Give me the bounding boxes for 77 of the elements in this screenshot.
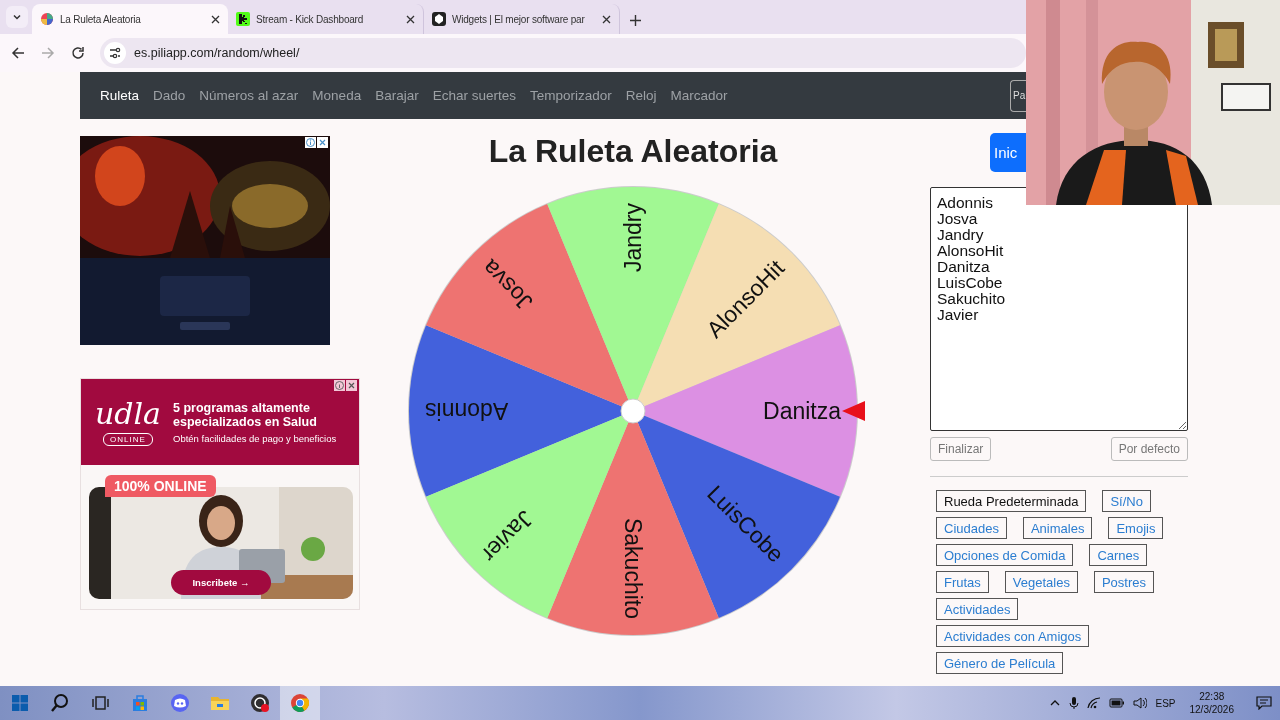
- tab-title: Widgets | El mejor software par: [452, 13, 586, 25]
- shopping-bag-icon: [130, 693, 150, 713]
- clock-time[interactable]: 22:38: [1199, 690, 1225, 703]
- preset-button[interactable]: Carnes: [1089, 544, 1148, 566]
- url-text: es.piliapp.com/random/wheel/: [134, 46, 300, 60]
- nav-link[interactable]: Marcador: [670, 88, 728, 103]
- browser-tab[interactable]: La Ruleta Aleatoria: [32, 4, 228, 34]
- address-bar[interactable]: es.piliapp.com/random/wheel/: [100, 38, 1026, 68]
- search-icon: [50, 693, 70, 713]
- ad-cta-button[interactable]: Inscribete →: [171, 570, 271, 595]
- microphone-icon[interactable]: [1069, 696, 1080, 710]
- ad-headline: 5 programas altamente especializados en Salud: [173, 400, 318, 429]
- start-button[interactable]: Inic: [990, 133, 1026, 172]
- wheel-label: Danitza: [763, 398, 841, 424]
- tab-title: Stream - Kick Dashboard: [256, 13, 365, 25]
- logo-text: udla: [95, 398, 161, 429]
- arrow-right-icon: [41, 46, 55, 60]
- new-tab-icon[interactable]: [630, 15, 641, 26]
- preset-button[interactable]: Género de Película: [936, 652, 1064, 674]
- wheel-label: Sakuchito: [620, 518, 646, 619]
- nav-link[interactable]: Barajar: [375, 88, 419, 103]
- task-view-icon: [90, 693, 110, 713]
- badge-logo-icon: [432, 12, 446, 26]
- record-icon: [250, 693, 270, 713]
- language-indicator[interactable]: ESP: [1155, 697, 1176, 709]
- taskbar-app[interactable]: [280, 686, 320, 720]
- finish-button[interactable]: Finalizar: [930, 437, 992, 461]
- tab-list-button[interactable]: [6, 6, 28, 28]
- close-icon[interactable]: [602, 14, 611, 24]
- arrow-left-icon: [11, 46, 25, 60]
- battery-icon[interactable]: [1109, 698, 1126, 708]
- notification-icon[interactable]: [1256, 696, 1272, 710]
- preset-button[interactable]: Rueda Predeterminada: [936, 490, 1087, 512]
- sliders-icon: [109, 47, 121, 59]
- chevron-down-icon: [12, 12, 22, 22]
- page-title: La Ruleta Aleatoria: [487, 133, 779, 169]
- preset-button[interactable]: Ciudades: [936, 517, 1007, 539]
- nav-link[interactable]: Moneda: [312, 88, 362, 103]
- nav-link[interactable]: Echar suertes: [432, 88, 516, 103]
- close-icon[interactable]: [211, 14, 220, 24]
- tab-title: La Ruleta Aleatoria: [60, 13, 142, 25]
- nav-link[interactable]: Ruleta: [100, 88, 140, 103]
- ad-info-icon[interactable]: [334, 380, 345, 391]
- entries-field[interactable]: Adonnis Josva Jandry AlonsoHit Danitza LuisCobe Sakuchito Javier: [930, 187, 1188, 431]
- logo-tag: ONLINE: [103, 432, 153, 446]
- preset-button[interactable]: Opciones de Comida: [936, 544, 1074, 566]
- reload-icon: [71, 46, 85, 60]
- default-button[interactable]: Por defecto: [1110, 437, 1188, 461]
- nav-link[interactable]: Números al azar: [199, 88, 299, 103]
- preset-button[interactable]: Animales: [1022, 517, 1093, 539]
- ad-subline: Obtén facilidades de pago y beneficios: [173, 432, 338, 444]
- wifi-icon[interactable]: [1087, 697, 1102, 709]
- wheel-label: Jandry: [620, 203, 646, 273]
- wheel-label: Adonnis: [425, 398, 509, 424]
- preset-button[interactable]: Vegetales: [1004, 571, 1078, 593]
- preset-button[interactable]: Actividades: [936, 598, 1019, 620]
- clock-date[interactable]: 12/3/2026: [1189, 703, 1234, 716]
- square-logo-icon: [236, 12, 250, 26]
- preset-button[interactable]: Sí/No: [1102, 490, 1151, 512]
- close-icon[interactable]: [406, 14, 415, 24]
- preset-button[interactable]: Frutas: [936, 571, 989, 593]
- site-info-button[interactable]: [104, 42, 126, 64]
- preset-button[interactable]: Postres: [1093, 571, 1155, 593]
- preset-button[interactable]: Actividades con Amigos: [936, 625, 1090, 647]
- nav-link[interactable]: Dado: [153, 88, 186, 103]
- pointer-icon: [842, 401, 865, 421]
- browser-icon: [290, 693, 310, 713]
- nav-link[interactable]: Temporizador: [530, 88, 612, 103]
- ad-info-icon[interactable]: [305, 137, 316, 148]
- chat-bubble-icon: [170, 693, 190, 713]
- ad-badge: 100% ONLINE: [105, 475, 216, 497]
- nav-link[interactable]: Reloj: [625, 88, 657, 103]
- start-icon: [10, 693, 30, 713]
- speaker-icon[interactable]: [1133, 697, 1148, 709]
- wheel-icon: [40, 12, 54, 26]
- preset-button[interactable]: Emojis: [1108, 517, 1164, 539]
- wheel-hub: [620, 398, 646, 424]
